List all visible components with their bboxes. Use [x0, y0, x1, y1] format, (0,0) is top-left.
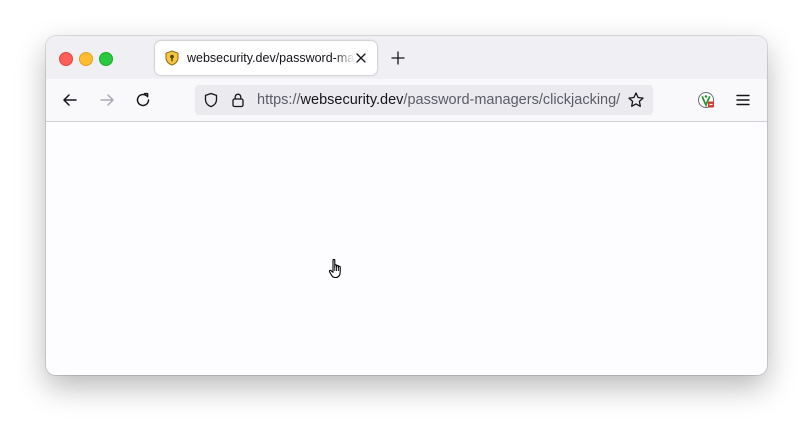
url-scheme: https:// [257, 92, 301, 108]
shield-key-icon [165, 50, 179, 66]
close-icon[interactable] [353, 50, 369, 66]
url-text[interactable]: https://websecurity.dev/password-manager… [257, 92, 620, 108]
reload-icon[interactable] [134, 91, 152, 109]
page-content[interactable] [46, 122, 767, 375]
plus-icon[interactable] [390, 50, 406, 66]
screen: websecurity.dev/password-managers/clickj… [0, 0, 800, 422]
address-bar[interactable]: https://websecurity.dev/password-manager… [195, 85, 653, 115]
tab-title: websecurity.dev/password-managers/clickj… [187, 51, 355, 65]
url-path: /password-managers/clickjacking/ [403, 92, 621, 108]
window-minimize-button[interactable] [79, 52, 93, 66]
url-host: websecurity.dev [300, 92, 404, 108]
hand-pointer-icon [328, 258, 341, 279]
arrow-left-icon[interactable] [61, 91, 79, 109]
shield-icon[interactable] [203, 92, 219, 108]
arrow-right-icon[interactable] [98, 91, 116, 109]
tab-strip: websecurity.dev/password-managers/clickj… [46, 36, 767, 79]
star-icon[interactable] [627, 91, 645, 109]
tab-active[interactable]: websecurity.dev/password-managers/clickj… [155, 41, 377, 75]
lock-icon[interactable] [230, 92, 246, 108]
window-close-button[interactable] [59, 52, 73, 66]
extension-icon[interactable] [697, 91, 715, 109]
hamburger-menu-icon[interactable] [734, 91, 752, 109]
browser-window: websecurity.dev/password-managers/clickj… [46, 36, 767, 375]
navigation-toolbar: https://websecurity.dev/password-manager… [46, 79, 767, 122]
window-maximize-button[interactable] [99, 52, 113, 66]
